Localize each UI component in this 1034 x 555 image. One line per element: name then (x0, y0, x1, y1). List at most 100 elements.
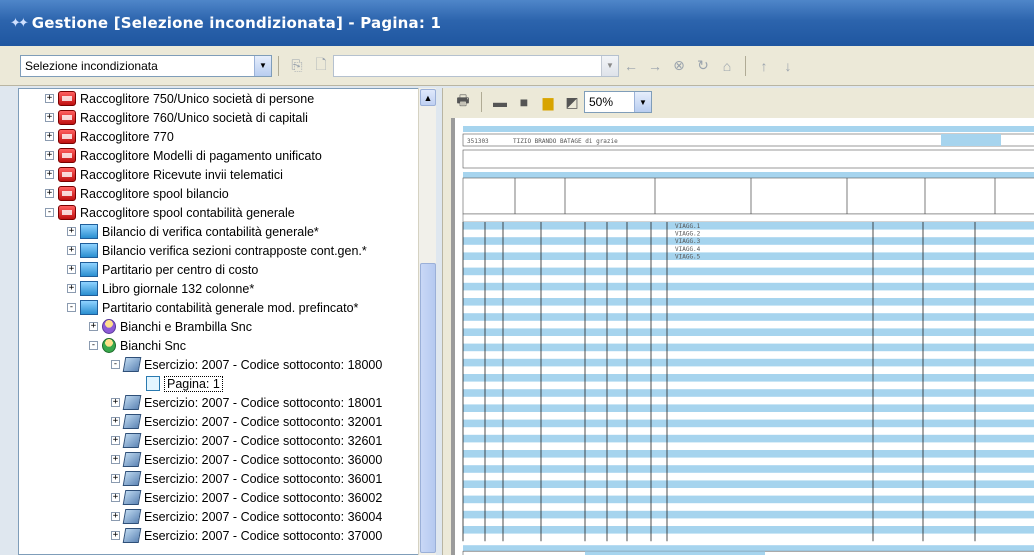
down-icon[interactable]: ↓ (778, 56, 798, 76)
tree-item[interactable]: + Raccoglitore 770 (45, 127, 174, 146)
scrollbar-thumb[interactable] (420, 263, 436, 553)
collapse-icon[interactable]: - (45, 208, 54, 217)
tree-item[interactable]: + Bianchi e Brambilla Snc (89, 317, 252, 336)
image-icon[interactable]: ◩ (562, 92, 582, 112)
viewer-toolbar: 🖶 ▬ ■ ▆ ◩ 50% ▼ (443, 88, 1034, 116)
zoom-select[interactable]: 50% ▼ (584, 91, 652, 113)
tree-item-label: Esercizio: 2007 - Codice sottoconto: 360… (144, 452, 383, 467)
tree-item[interactable]: - Partitario contabilità generale mod. pr… (67, 298, 358, 317)
expand-icon[interactable]: + (111, 417, 120, 426)
tag-icon (122, 433, 142, 448)
tree-item-label: Raccoglitore 760/Unico società di capita… (80, 110, 308, 125)
expand-icon[interactable]: + (89, 322, 98, 331)
tree-item[interactable]: + Raccoglitore Modelli di pagamento unifi… (45, 146, 322, 165)
collapse-icon[interactable]: - (89, 341, 98, 350)
tree-item[interactable]: + Esercizio: 2007 - Codice sottoconto: 36… (111, 469, 382, 488)
tree-item[interactable]: - Bianchi Snc (89, 336, 186, 355)
tree-item-label: Esercizio: 2007 - Codice sottoconto: 370… (144, 528, 383, 543)
tag-icon (122, 357, 142, 372)
table-row-band (463, 450, 1034, 458)
page-icon[interactable]: ■ (514, 92, 534, 112)
expand-icon[interactable]: + (111, 474, 120, 483)
table-row-band (463, 282, 1034, 291)
tree-item[interactable]: + Raccoglitore 760/Unico società di capit… (45, 108, 308, 127)
expand-icon[interactable]: + (45, 113, 54, 122)
tree-item[interactable]: + Esercizio: 2007 - Codice sottoconto: 32… (111, 412, 382, 431)
tree-item-label: Raccoglitore 750/Unico società di person… (80, 91, 315, 106)
expand-icon[interactable]: + (111, 493, 120, 502)
tree-view[interactable]: + Raccoglitore 750/Unico società di perso… (18, 88, 436, 555)
expand-icon[interactable]: + (111, 436, 120, 445)
expand-icon[interactable]: + (67, 284, 76, 293)
table-cell-text: VIAGG.1 (675, 223, 701, 230)
tree-item[interactable]: + Esercizio: 2007 - Codice sottoconto: 32… (111, 431, 382, 450)
folder-icon[interactable]: ▆ (538, 92, 558, 112)
tree-item-label: Raccoglitore spool contabilità generale (80, 205, 295, 220)
forward-icon[interactable]: → (645, 56, 665, 76)
toolbar-divider (745, 55, 746, 76)
expand-icon[interactable]: + (67, 227, 76, 236)
expand-icon[interactable]: + (111, 512, 120, 521)
table-row-band (463, 526, 1034, 534)
tree-item[interactable]: - Esercizio: 2007 - Codice sottoconto: 18… (111, 355, 382, 374)
expand-icon[interactable]: + (67, 246, 76, 255)
tree-item-label: Esercizio: 2007 - Codice sottoconto: 360… (144, 509, 383, 524)
expand-icon[interactable]: + (45, 151, 54, 160)
selection-dropdown[interactable]: Selezione incondizionata ▼ (20, 54, 272, 77)
tree-item-label: Esercizio: 2007 - Codice sottoconto: 180… (144, 395, 383, 410)
tree-item[interactable]: + Raccoglitore spool bilancio (45, 184, 229, 203)
expand-icon[interactable]: + (45, 94, 54, 103)
expand-icon[interactable]: + (45, 132, 54, 141)
expand-icon[interactable]: + (67, 265, 76, 274)
up-icon[interactable]: ↑ (754, 56, 774, 76)
tree-item[interactable]: + Esercizio: 2007 - Codice sottoconto: 36… (111, 450, 382, 469)
document-icon[interactable]: 🗋 (311, 56, 331, 76)
table-row-band (463, 222, 1034, 230)
copy-icon[interactable]: ⎘ (287, 56, 307, 76)
tree-item[interactable]: + Libro giornale 132 colonne* (67, 279, 254, 298)
chevron-down-icon[interactable]: ▼ (634, 92, 651, 112)
tree-item[interactable]: + Bilancio verifica sezioni contrapposte … (67, 241, 367, 260)
table-row-band (463, 374, 1034, 382)
scroll-up-icon[interactable]: ▲ (420, 89, 436, 106)
binder-icon (58, 186, 76, 201)
tree-item-label: Partitario per centro di costo (102, 262, 259, 277)
window-title: Gestione [Selezione incondizionata] - Pa… (31, 14, 442, 32)
address-dropdown-icon[interactable]: ▼ (601, 55, 618, 76)
person-icon (102, 338, 116, 353)
home-icon[interactable]: ⌂ (717, 56, 737, 76)
tree-item[interactable]: + Esercizio: 2007 - Codice sottoconto: 37… (111, 526, 382, 545)
tree-item[interactable]: Pagina: 1 (133, 374, 223, 393)
expand-icon[interactable]: + (45, 170, 54, 179)
folder-icon (80, 281, 98, 296)
stop-icon[interactable]: ⊗ (669, 56, 689, 76)
table-row-band (463, 298, 1034, 306)
expand-icon[interactable]: + (45, 189, 54, 198)
expand-icon[interactable]: + (111, 531, 120, 540)
back-icon[interactable]: ← (621, 56, 641, 76)
tree-item[interactable]: + Esercizio: 2007 - Codice sottoconto: 36… (111, 488, 382, 507)
expand-icon[interactable]: + (111, 455, 120, 464)
folder-icon (80, 224, 98, 239)
chevron-down-icon[interactable]: ▼ (254, 55, 271, 76)
tree-item-label: Libro giornale 132 colonne* (102, 281, 255, 296)
folder-icon (80, 243, 98, 258)
collapse-icon[interactable]: - (67, 303, 76, 312)
expand-icon[interactable]: + (111, 398, 120, 407)
tree-scrollbar[interactable]: ▲ (418, 88, 436, 555)
tree-item[interactable]: + Bilancio di verifica contabilità genera… (67, 222, 319, 241)
tree-item[interactable]: + Raccoglitore Ricevute invii telematici (45, 165, 283, 184)
tree-item-label: Raccoglitore 770 (80, 129, 174, 144)
tree-item[interactable]: + Raccoglitore 750/Unico società di perso… (45, 89, 314, 108)
tree-item[interactable]: + Partitario per centro di costo (67, 260, 258, 279)
tree-item-label: Raccoglitore Ricevute invii telematici (80, 167, 283, 182)
address-input[interactable]: ▼ (333, 54, 619, 77)
tree-item[interactable]: + Esercizio: 2007 - Codice sottoconto: 18… (111, 393, 382, 412)
refresh-icon[interactable]: ↻ (693, 56, 713, 76)
first-page-icon[interactable]: ▬ (490, 92, 510, 112)
print-icon[interactable]: 🖶 (453, 92, 473, 112)
collapse-icon[interactable]: - (111, 360, 120, 369)
tree-item[interactable]: - Raccoglitore spool contabilità generale (45, 203, 295, 222)
tree-item[interactable]: + Esercizio: 2007 - Codice sottoconto: 36… (111, 507, 382, 526)
form-header-code: 351303 (467, 138, 489, 145)
